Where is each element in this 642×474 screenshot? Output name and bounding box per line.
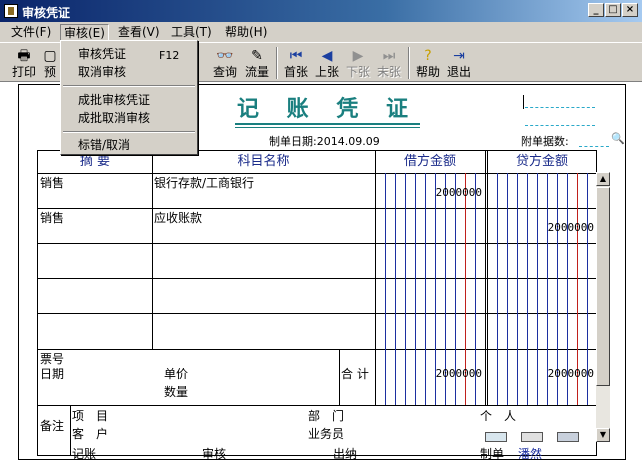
quantity-label: 数量 bbox=[164, 385, 189, 399]
row-line bbox=[38, 208, 596, 209]
menu-mark-error[interactable]: 标错/取消 bbox=[78, 138, 130, 152]
row-line bbox=[38, 313, 596, 314]
window-title: 审核凭证 bbox=[22, 6, 71, 20]
flow-button[interactable]: ✎ 流量 bbox=[243, 47, 271, 81]
audit-shortcut: F12 bbox=[159, 49, 180, 62]
menu-file[interactable]: 文件(F) bbox=[8, 24, 54, 41]
title-bar: 审核凭证 _ □ × bbox=[0, 0, 642, 22]
ticket-date-label: 日期 bbox=[40, 367, 65, 381]
customer-label: 客 户 bbox=[72, 427, 109, 441]
row-line bbox=[38, 173, 596, 174]
row-line bbox=[38, 349, 596, 350]
unit-price-label: 单价 bbox=[164, 367, 189, 381]
menu-help[interactable]: 帮助(H) bbox=[222, 24, 270, 41]
voucher-table: 摘 要 科目名称 借方金额 贷方金额 销售 银行存款/工商银行 2000000 … bbox=[37, 150, 597, 456]
print-button[interactable]: 🖶 打印 bbox=[10, 47, 38, 81]
printer-icon: 🖶 bbox=[17, 48, 31, 64]
menu-batch-cancel[interactable]: 成批取消审核 bbox=[78, 111, 150, 125]
header-debit: 借方金额 bbox=[403, 154, 456, 169]
footer-bookkeep: 记账 bbox=[72, 447, 97, 461]
help-icon: ? bbox=[424, 48, 432, 64]
voucher-no-field[interactable] bbox=[525, 107, 595, 108]
next-button[interactable]: ▶ 下张 bbox=[344, 47, 372, 81]
row1-debit[interactable]: 2000000 bbox=[378, 186, 482, 199]
footer-audit: 审核 bbox=[202, 447, 227, 461]
flow-icon: ✎ bbox=[251, 48, 263, 64]
footer-cashier: 出纳 bbox=[333, 447, 358, 461]
row2-credit[interactable]: 2000000 bbox=[490, 221, 594, 234]
close-button[interactable]: × bbox=[622, 3, 638, 17]
link-icon[interactable] bbox=[557, 432, 579, 442]
attach-count-field[interactable] bbox=[579, 146, 609, 147]
person-label: 个 人 bbox=[480, 409, 517, 423]
scroll-up-button[interactable]: ▲ bbox=[596, 172, 610, 186]
col-line bbox=[70, 405, 71, 456]
row-line bbox=[38, 243, 596, 244]
date-value[interactable]: 2014.09.09 bbox=[317, 135, 380, 148]
prev-button[interactable]: ◀ 上张 bbox=[313, 47, 341, 81]
col-line bbox=[487, 151, 488, 405]
menu-tools[interactable]: 工具(T) bbox=[168, 24, 215, 41]
col-line bbox=[339, 349, 340, 405]
footer-maker: 制单 bbox=[480, 447, 505, 461]
maximize-button[interactable]: □ bbox=[605, 3, 621, 17]
toolbar-separator bbox=[276, 47, 278, 79]
prev-icon: ◀ bbox=[321, 48, 333, 64]
total-debit: 2000000 bbox=[435, 367, 482, 380]
menu-view[interactable]: 查看(V) bbox=[115, 24, 163, 41]
menu-audit[interactable]: 审核(E) bbox=[60, 24, 109, 41]
total-label: 合 计 bbox=[341, 367, 369, 381]
exit-icon: ⇥ bbox=[453, 48, 465, 64]
menu-bar: 文件(F) 审核(E) 查看(V) 工具(T) 帮助(H) bbox=[0, 22, 642, 42]
menu-separator bbox=[63, 131, 195, 133]
first-icon: ⏮ bbox=[289, 48, 303, 64]
footer-maker-name: 潘然 bbox=[518, 447, 543, 461]
row2-summary[interactable]: 销售 bbox=[40, 211, 64, 225]
date-label: 制单日期:2014.09.09 bbox=[269, 135, 380, 148]
scroll-down-button[interactable]: ▼ bbox=[596, 428, 610, 442]
search-icon[interactable]: 🔍 bbox=[611, 133, 625, 145]
row-line bbox=[38, 278, 596, 279]
book-icon[interactable] bbox=[521, 432, 543, 442]
preview-button[interactable]: ▢ 预 bbox=[40, 47, 60, 81]
next-icon: ▶ bbox=[352, 48, 364, 64]
app-icon bbox=[4, 4, 18, 18]
voucher-no-cursor bbox=[523, 95, 524, 109]
menu-batch-audit[interactable]: 成批审核凭证 bbox=[78, 93, 150, 107]
menu-audit-voucher[interactable]: 审核凭证 bbox=[78, 47, 126, 61]
last-button[interactable]: ⏭ 末张 bbox=[375, 47, 403, 81]
total-credit: 2000000 bbox=[547, 367, 594, 380]
col-line bbox=[152, 151, 153, 349]
row1-account[interactable]: 银行存款/工商银行 bbox=[154, 176, 254, 190]
first-button[interactable]: ⏮ 首张 bbox=[282, 47, 310, 81]
card-icon[interactable] bbox=[485, 432, 507, 442]
row2-account[interactable]: 应收账款 bbox=[154, 211, 202, 225]
preview-icon: ▢ bbox=[43, 48, 57, 64]
audit-dropdown-menu: 审核凭证 F12 取消审核 成批审核凭证 成批取消审核 标错/取消 bbox=[60, 40, 198, 155]
col-line bbox=[375, 151, 376, 405]
remark-label: 备注 bbox=[40, 419, 65, 433]
voucher-title: 记 账 凭 证 bbox=[235, 95, 420, 128]
project-label: 项 目 bbox=[72, 409, 109, 423]
col-line bbox=[485, 151, 486, 405]
attach-label: 附单据数: bbox=[521, 135, 569, 148]
row-line bbox=[38, 405, 596, 406]
menu-cancel-audit[interactable]: 取消审核 bbox=[78, 65, 126, 79]
ticket-no-label: 票号 bbox=[40, 352, 65, 366]
department-label: 部 门 bbox=[308, 409, 345, 423]
minimize-button[interactable]: _ bbox=[588, 3, 604, 17]
row1-summary[interactable]: 销售 bbox=[40, 176, 64, 190]
help-button[interactable]: ? 帮助 bbox=[414, 47, 442, 81]
binoculars-icon: 👓 bbox=[216, 48, 234, 64]
exit-button[interactable]: ⇥ 退出 bbox=[445, 47, 473, 81]
scroll-thumb[interactable] bbox=[596, 187, 610, 386]
query-button[interactable]: 👓 查询 bbox=[211, 47, 239, 81]
header-credit: 贷方金额 bbox=[515, 154, 568, 169]
menu-separator bbox=[63, 85, 195, 87]
vertical-scrollbar[interactable]: ▲ ▼ bbox=[596, 172, 610, 442]
toolbar-separator bbox=[408, 47, 410, 79]
voucher-no-line bbox=[525, 125, 595, 126]
last-icon: ⏭ bbox=[382, 48, 396, 64]
salesperson-label: 业务员 bbox=[308, 427, 345, 441]
